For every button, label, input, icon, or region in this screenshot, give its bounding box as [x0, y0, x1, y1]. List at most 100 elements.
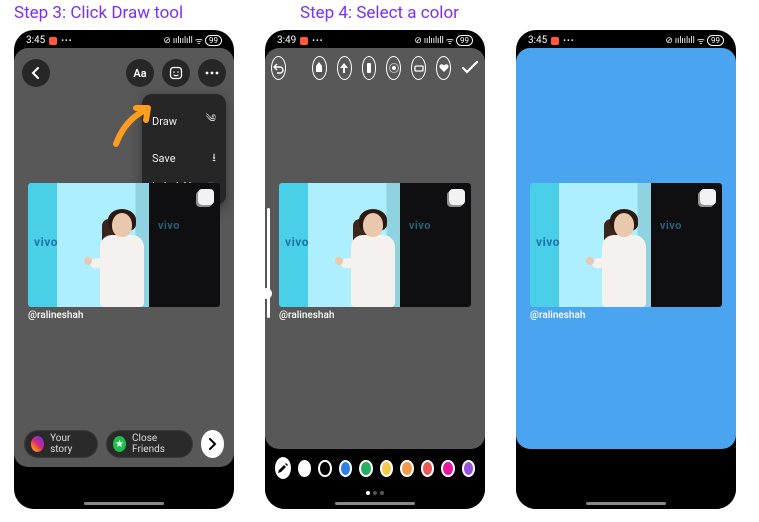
draw-bottom-bar [265, 449, 485, 509]
home-indicator [586, 502, 666, 505]
photo-credit[interactable]: @ralineshah [279, 310, 334, 321]
sticker-icon [169, 66, 183, 80]
marker-icon [364, 62, 374, 74]
color-swatch-pink[interactable] [441, 460, 454, 477]
photo-content: vivo vivo [279, 183, 471, 307]
story-media[interactable]: vivo vivo [28, 183, 220, 307]
status-time: 3:45 [26, 35, 45, 46]
status-more-icon [563, 35, 574, 46]
carousel-icon [198, 189, 214, 205]
phone-step3: 3:45 ⊘ ıılıılıll ᯤ 99 Aa [14, 30, 234, 509]
brush-neon-button[interactable] [386, 56, 401, 80]
palette-pager [366, 491, 384, 495]
story-media[interactable]: vivo vivo [530, 183, 722, 307]
avatar-icon [31, 436, 44, 452]
brand-text: vivo [536, 235, 560, 249]
color-swatch-white[interactable] [298, 460, 311, 477]
scribble-icon: ༄ [205, 106, 216, 137]
step3-caption: Step 3: Click Draw tool [14, 3, 183, 23]
brand-text: vivo [158, 219, 180, 232]
story-canvas[interactable]: vivo vivo @ralineshah [265, 48, 485, 449]
status-bar: 3:45 ⊘ ıılıılıll ᯤ 99 [516, 30, 736, 48]
status-time: 3:45 [528, 35, 547, 46]
do-not-disturb-icon: ⊘ [414, 36, 422, 46]
pen-icon [314, 62, 324, 74]
download-icon: ⭳ [212, 149, 216, 168]
photo-credit[interactable]: @ralineshah [28, 310, 83, 321]
brush-arrow-button[interactable] [337, 56, 352, 80]
brush-marker-button[interactable] [362, 56, 377, 80]
eraser-icon [413, 62, 425, 74]
battery-indicator: 99 [707, 35, 724, 46]
brush-size-handle[interactable] [265, 288, 272, 299]
back-button[interactable] [22, 59, 50, 87]
brush-size-slider[interactable] [267, 208, 270, 318]
menu-item-save[interactable]: Save ⭳ [142, 143, 226, 174]
brand-text: vivo [660, 219, 682, 232]
color-swatch-black[interactable] [318, 460, 331, 477]
status-more-icon [312, 35, 323, 46]
do-not-disturb-icon: ⊘ [665, 36, 673, 46]
neon-icon [388, 62, 400, 74]
brush-pen-button[interactable] [312, 56, 327, 80]
signal-icon: ıılıılıll [424, 36, 444, 46]
do-not-disturb-icon: ⊘ [163, 36, 171, 46]
brand-text: vivo [409, 219, 431, 232]
check-icon [461, 61, 479, 75]
brush-eraser-button[interactable] [411, 56, 426, 80]
menu-item-label: Save [152, 152, 176, 165]
carousel-icon [449, 189, 465, 205]
story-media[interactable]: vivo vivo [279, 183, 471, 307]
chevron-left-icon [30, 67, 42, 79]
story-canvas-filled[interactable]: vivo vivo @ralineshah [516, 48, 736, 449]
text-tool-button[interactable]: Aa [126, 59, 154, 87]
draw-bottom-bar [516, 449, 736, 509]
record-indicator-icon [551, 37, 559, 45]
close-friends-button[interactable]: ★ Close Friends [106, 430, 193, 458]
done-button[interactable] [461, 61, 479, 75]
story-canvas[interactable]: Aa Draw ༄ Save ⭳ Label AI ▢ [14, 48, 234, 467]
brand-text: vivo [34, 235, 58, 249]
color-swatch-blue[interactable] [339, 460, 352, 477]
color-swatch-orange[interactable] [400, 460, 413, 477]
battery-indicator: 99 [456, 35, 473, 46]
wifi-icon: ᯤ [446, 34, 454, 47]
status-time: 3:49 [277, 35, 296, 46]
home-indicator [335, 502, 415, 505]
your-story-button[interactable]: Your story [24, 430, 98, 458]
color-swatch-yellow[interactable] [380, 460, 393, 477]
photo-content: vivo vivo [28, 183, 220, 307]
photo-credit[interactable]: @ralineshah [530, 310, 585, 321]
menu-item-label: Draw [152, 115, 177, 128]
status-more-icon [61, 35, 72, 46]
signal-icon: ıılıılıll [173, 36, 193, 46]
undo-button[interactable] [271, 56, 286, 80]
phone-step4a: 3:49 ⊘ ıılıılıll ᯤ 99 [265, 30, 485, 509]
brush-heart-button[interactable] [436, 56, 451, 80]
color-palette [275, 457, 475, 479]
color-swatch-red[interactable] [421, 460, 434, 477]
sticker-button[interactable] [162, 59, 190, 87]
record-indicator-icon [49, 37, 57, 45]
more-options-button[interactable] [198, 59, 226, 87]
photo-content: vivo vivo [530, 183, 722, 307]
color-swatch-green[interactable] [359, 460, 372, 477]
undo-icon [272, 62, 284, 74]
eyedropper-button[interactable] [275, 457, 291, 479]
pill-label: Close Friends [132, 433, 182, 455]
wifi-icon: ᯤ [195, 34, 203, 47]
home-indicator [84, 502, 164, 505]
color-swatch-purple[interactable] [462, 460, 475, 477]
signal-icon: ıılıılıll [675, 36, 695, 46]
wifi-icon: ᯤ [697, 34, 705, 47]
heart-icon [438, 62, 450, 74]
status-bar: 3:49 ⊘ ıılıılıll ᯤ 99 [265, 30, 485, 48]
status-bar: 3:45 ⊘ ıılıılıll ᯤ 99 [14, 30, 234, 48]
send-button[interactable] [201, 430, 224, 458]
phone-step4b: 3:45 ⊘ ıılıılıll ᯤ 99 vivo vivo @ralines… [516, 30, 736, 509]
carousel-icon [700, 189, 716, 205]
more-horizontal-icon [205, 71, 219, 75]
menu-item-draw[interactable]: Draw ༄ [142, 100, 226, 143]
chevron-right-icon [206, 438, 218, 450]
record-indicator-icon [300, 37, 308, 45]
